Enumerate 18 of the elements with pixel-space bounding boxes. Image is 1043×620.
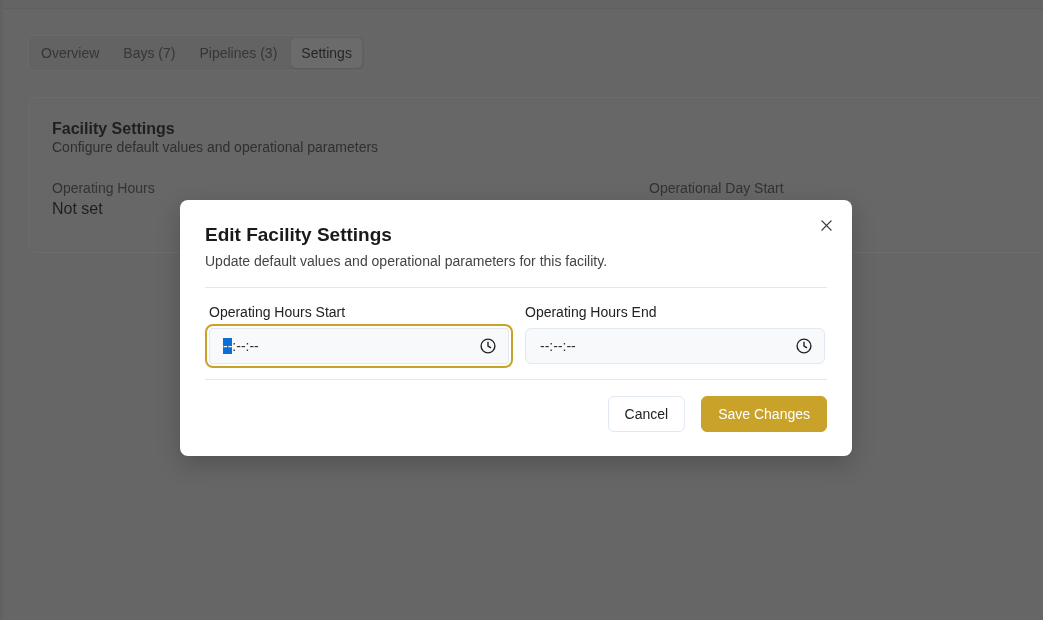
time-value: :--:-- bbox=[232, 338, 259, 354]
card-title: Facility Settings bbox=[52, 120, 176, 138]
save-button[interactable]: Save Changes bbox=[701, 396, 827, 432]
field-label: Operating Hours End bbox=[525, 304, 658, 321]
dialog-title: Edit Facility Settings bbox=[205, 224, 393, 246]
field-label: Operating Hours Start bbox=[209, 304, 347, 321]
close-icon[interactable] bbox=[819, 218, 834, 233]
dialog-description: Update default values and operational parameters for this facility. bbox=[205, 252, 609, 270]
card-subtitle: Configure default values and operational parameters bbox=[52, 139, 380, 155]
tab[interactable]: Settings bbox=[291, 38, 362, 68]
setting-value: Not set bbox=[52, 200, 104, 218]
time-value: --:--:-- bbox=[540, 338, 576, 354]
clock-icon[interactable] bbox=[480, 338, 496, 354]
text-selection: -- bbox=[223, 338, 233, 354]
clock-icon[interactable] bbox=[796, 338, 812, 354]
time-input-field[interactable]: --:--:-- bbox=[205, 324, 513, 368]
time-input-field[interactable]: --:--:-- bbox=[525, 328, 825, 364]
cancel-button[interactable]: Cancel bbox=[607, 396, 686, 432]
